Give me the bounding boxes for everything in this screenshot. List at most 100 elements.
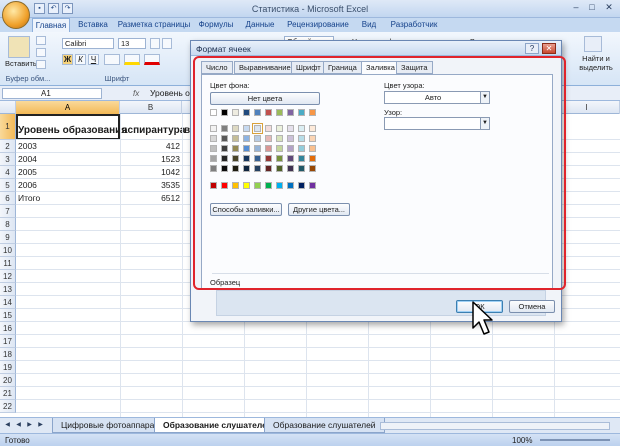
bold-icon[interactable]: Ж: [62, 54, 73, 65]
font-name-combo[interactable]: Calibri: [62, 38, 114, 49]
cell-a4[interactable]: 2005: [18, 167, 37, 177]
cell-a5[interactable]: 2006: [18, 180, 37, 190]
cell-a6[interactable]: Итого: [18, 193, 40, 203]
italic-icon[interactable]: К: [75, 54, 86, 65]
row-header-22[interactable]: 22: [0, 400, 16, 413]
paste-icon[interactable]: [8, 36, 30, 58]
cell-b3[interactable]: 1523: [122, 154, 180, 164]
column-gridline: [182, 114, 183, 417]
cancel-button[interactable]: Отмена: [509, 300, 555, 313]
title-bar: ▪ ↶ ↷ Статистика - Microsoft Excel – □ ✕: [0, 0, 620, 18]
active-cell-outline: [16, 114, 120, 140]
row-header-11[interactable]: 11: [0, 257, 16, 270]
tab-view[interactable]: Вид: [356, 18, 382, 32]
row-header-13[interactable]: 13: [0, 283, 16, 296]
font-color-icon[interactable]: [144, 54, 160, 65]
grow-font-icon[interactable]: [150, 38, 160, 49]
status-bar: Готово 100%: [0, 433, 620, 446]
row-header-17[interactable]: 17: [0, 335, 16, 348]
column-header-a[interactable]: A: [16, 101, 120, 114]
row-gridline: [16, 412, 620, 413]
prev-sheet-icon[interactable]: ◀: [14, 421, 23, 430]
row-header-21[interactable]: 21: [0, 387, 16, 400]
row-header-7[interactable]: 7: [0, 205, 16, 218]
select-all-corner[interactable]: [0, 101, 16, 114]
last-sheet-icon[interactable]: ▶: [36, 421, 45, 430]
tab-review[interactable]: Рецензирование: [284, 18, 352, 32]
row-header-2[interactable]: 2: [0, 140, 16, 153]
row-gridline: [16, 347, 620, 348]
cell-a3[interactable]: 2004: [18, 154, 37, 164]
font-group-label: Шрифт: [104, 74, 130, 83]
cell-b2[interactable]: 412: [122, 141, 180, 151]
minimize-icon[interactable]: –: [568, 1, 584, 14]
row-gridline: [16, 373, 620, 374]
row-header-6[interactable]: 6: [0, 192, 16, 205]
horizontal-scrollbar[interactable]: [380, 422, 610, 430]
mouse-pointer-icon: [472, 301, 493, 335]
formula-content[interactable]: Уровень об: [150, 88, 195, 98]
sheet-tab-bar: ◀ ◀ ▶ ▶ Цифровые фотоаппараты Образовани…: [0, 417, 620, 433]
clipboard-group-label: Буфер обм...: [5, 74, 51, 83]
row-header-15[interactable]: 15: [0, 309, 16, 322]
borders-icon[interactable]: [104, 54, 120, 65]
font-size-combo[interactable]: 13: [118, 38, 146, 49]
close-icon[interactable]: ✕: [601, 1, 617, 14]
next-sheet-icon[interactable]: ▶: [25, 421, 34, 430]
row-header-4[interactable]: 4: [0, 166, 16, 179]
column-gridline: [120, 114, 121, 417]
paste-button-label[interactable]: Вставить: [5, 59, 37, 68]
copy-icon[interactable]: [36, 48, 46, 57]
row-header-1[interactable]: 1: [0, 114, 16, 140]
column-header-b[interactable]: B: [120, 101, 182, 114]
tab-insert[interactable]: Вставка: [74, 18, 112, 32]
row-header-5[interactable]: 5: [0, 179, 16, 192]
row-header-12[interactable]: 12: [0, 270, 16, 283]
row-header-9[interactable]: 9: [0, 231, 16, 244]
fill-color-icon[interactable]: [124, 54, 140, 65]
cell-b1[interactable]: аспирантура: [122, 125, 185, 136]
row-header-19[interactable]: 19: [0, 361, 16, 374]
cell-a2[interactable]: 2003: [18, 141, 37, 151]
name-box[interactable]: A1: [2, 88, 102, 99]
cell-b4[interactable]: 1042: [122, 167, 180, 177]
dialog-title-bar: Формат ячеек ? ✕: [191, 41, 561, 56]
highlight-frame: [193, 56, 566, 290]
row-gridline: [16, 360, 620, 361]
tab-home[interactable]: Главная: [32, 18, 70, 32]
shrink-font-icon[interactable]: [162, 38, 172, 49]
row-header-8[interactable]: 8: [0, 218, 16, 231]
zoom-slider[interactable]: [540, 439, 610, 441]
dialog-close-icon[interactable]: ✕: [542, 43, 556, 54]
first-sheet-icon[interactable]: ◀: [3, 421, 12, 430]
window-title: Статистика - Microsoft Excel: [251, 4, 369, 14]
row-header-20[interactable]: 20: [0, 374, 16, 387]
row-header-14[interactable]: 14: [0, 296, 16, 309]
maximize-icon[interactable]: □: [584, 1, 600, 14]
binoculars-icon[interactable]: [584, 36, 602, 52]
find-select-button[interactable]: Найти и выделить: [576, 54, 616, 72]
cut-icon[interactable]: [36, 36, 46, 45]
tab-data[interactable]: Данные: [240, 18, 280, 32]
cell-b6[interactable]: 6512: [122, 193, 180, 203]
office-button[interactable]: [2, 1, 30, 29]
cell-b5[interactable]: 3535: [122, 180, 180, 190]
row-header-10[interactable]: 10: [0, 244, 16, 257]
format-painter-icon[interactable]: [36, 60, 46, 69]
row-header-16[interactable]: 16: [0, 322, 16, 335]
row-header-18[interactable]: 18: [0, 348, 16, 361]
row-gridline: [16, 386, 620, 387]
row-gridline: [16, 399, 620, 400]
tab-formulas[interactable]: Формулы: [196, 18, 236, 32]
tab-developer[interactable]: Разработчик: [386, 18, 442, 32]
sheet-tab-education-2[interactable]: Образование слушателей: [264, 418, 385, 433]
help-icon[interactable]: ?: [525, 43, 539, 54]
ribbon-tabs: Главная Вставка Разметка страницы Формул…: [0, 18, 620, 32]
tab-page-layout[interactable]: Разметка страницы: [116, 18, 192, 32]
underline-icon[interactable]: Ч: [88, 54, 99, 65]
status-ready: Готово: [5, 436, 30, 445]
zoom-level[interactable]: 100%: [512, 436, 532, 445]
sheet-tab-education-active[interactable]: Образование слушателей: [154, 418, 282, 433]
row-header-3[interactable]: 3: [0, 153, 16, 166]
fx-icon[interactable]: fx: [133, 89, 139, 98]
